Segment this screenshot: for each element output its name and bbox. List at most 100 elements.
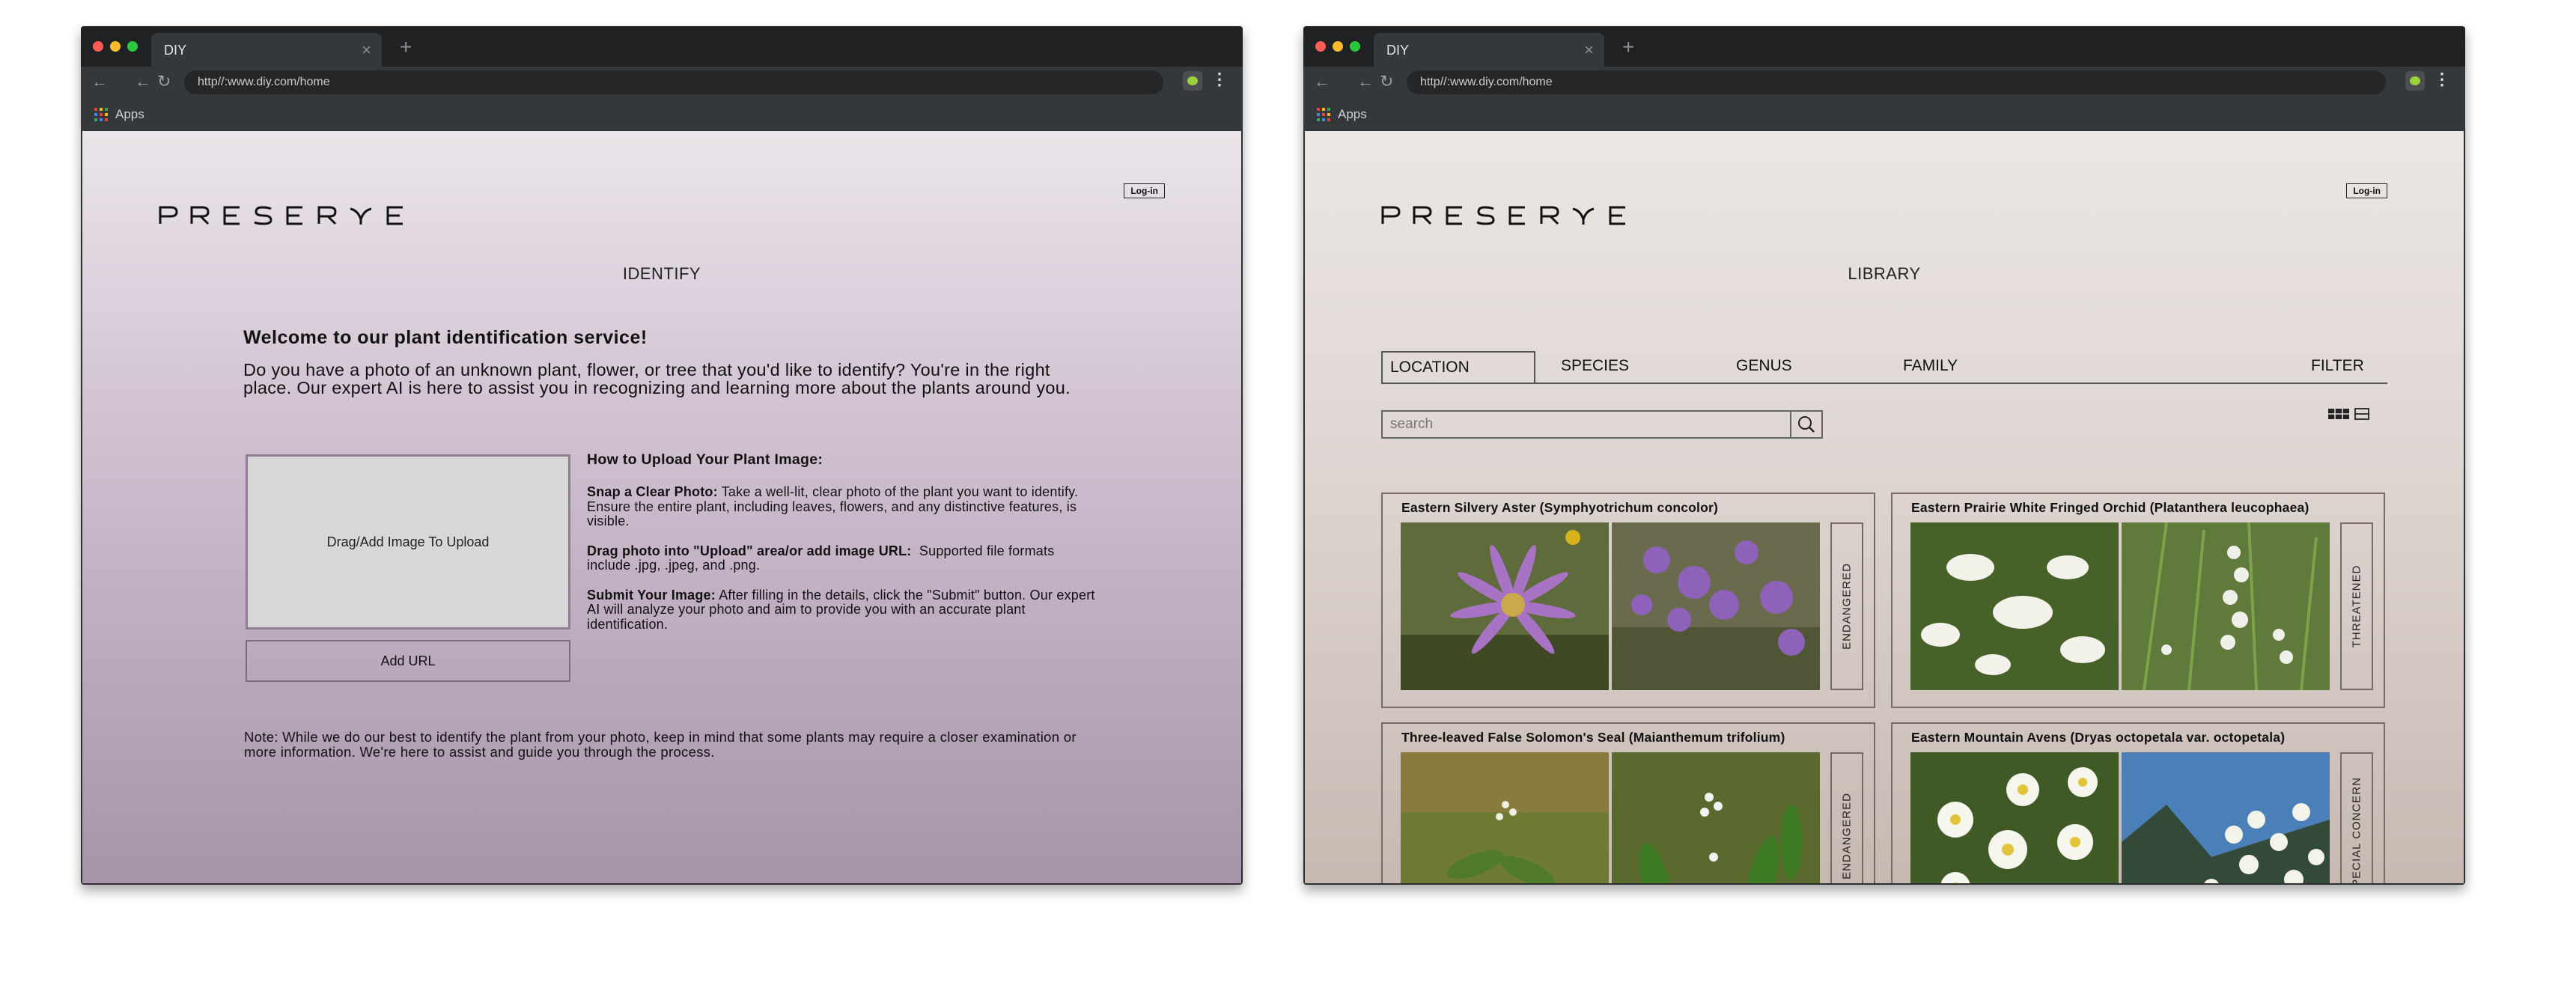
plant-photo xyxy=(1401,752,1609,883)
url-text: http//:www.diy.com/home xyxy=(1420,76,1553,88)
image-upload-dropzone[interactable]: Drag/Add Image To Upload xyxy=(246,454,570,629)
plant-photo xyxy=(1910,752,2119,883)
extension-icon[interactable] xyxy=(1183,71,1202,91)
back-icon[interactable]: ← xyxy=(1314,72,1330,91)
search-button[interactable] xyxy=(1790,410,1823,439)
close-window-button[interactable] xyxy=(1315,41,1326,52)
status-badge: SPECIAL CONCERN xyxy=(2340,752,2373,883)
bookmarks-bar: Apps xyxy=(1303,98,2465,131)
maximize-window-button[interactable] xyxy=(127,41,138,52)
bookmarks-bar: Apps xyxy=(81,98,1243,131)
identify-page: Log-in IDENTIFY Welcome to our plant ide… xyxy=(82,131,1241,883)
plant-photo xyxy=(2122,752,2330,883)
new-tab-icon[interactable]: + xyxy=(400,35,412,59)
instruction-step: Drag photo into "Upload" area/or add ima… xyxy=(587,543,1096,573)
minimize-window-button[interactable] xyxy=(110,41,121,52)
close-icon[interactable]: × xyxy=(1584,40,1594,60)
plant-card[interactable]: Eastern Silvery Aster (Symphyotrichum co… xyxy=(1381,493,1875,708)
minimize-window-button[interactable] xyxy=(1333,41,1343,52)
browser-tab[interactable]: DIY × xyxy=(151,33,382,67)
step-title: Drag photo into "Upload" area/or add ima… xyxy=(587,543,912,558)
url-text: http//:www.diy.com/home xyxy=(198,76,330,88)
status-label: ENDANGERED xyxy=(1840,563,1854,650)
apps-bookmark[interactable]: Apps xyxy=(1338,107,1367,122)
page-title: IDENTIFY xyxy=(622,264,701,283)
tab-family[interactable]: FAMILY xyxy=(1903,357,1958,375)
menu-icon[interactable]: ⋮ xyxy=(2434,70,2450,89)
tab-title: DIY xyxy=(1386,43,1410,58)
address-bar[interactable]: http//:www.diy.com/home xyxy=(1407,70,2386,94)
tab-filter[interactable]: FILTER xyxy=(2311,357,2364,375)
search-input[interactable] xyxy=(1381,410,1791,439)
dropzone-label: Drag/Add Image To Upload xyxy=(326,534,490,549)
instruction-step: Submit Your Image: After filling in the … xyxy=(587,588,1096,632)
plant-photo xyxy=(2122,522,2330,690)
plant-card-title: Three-leaved False Solomon's Seal (Maian… xyxy=(1401,730,1785,745)
plant-card-title: Eastern Silvery Aster (Symphyotrichum co… xyxy=(1401,500,1719,515)
status-label: SPECIAL CONCERN xyxy=(2350,777,2363,883)
instructions-title: How to Upload Your Plant Image: xyxy=(587,451,823,468)
login-button[interactable]: Log-in xyxy=(2346,183,2387,198)
status-badge: ENDANGERED xyxy=(1830,522,1863,690)
forward-icon[interactable]: ← xyxy=(1357,72,1374,91)
plant-card[interactable]: Eastern Prairie White Fringed Orchid (Pl… xyxy=(1891,493,2385,708)
tab-location[interactable]: LOCATION xyxy=(1381,351,1535,382)
plant-photo xyxy=(1612,522,1820,690)
browser-toolbar: ← ← ↻ http//:www.diy.com/home ⋮ xyxy=(81,67,1243,98)
close-window-button[interactable] xyxy=(93,41,103,52)
page-title: LIBRARY xyxy=(1848,264,1921,283)
library-tabs: LOCATION SPECIES GENUS FAMILY FILTER xyxy=(1381,351,2387,384)
browser-toolbar: ← ← ↻ http//:www.diy.com/home ⋮ xyxy=(1303,67,2465,98)
title-bar: DIY × + xyxy=(81,26,1243,67)
step-title: Submit Your Image: xyxy=(587,587,716,603)
browser-tab[interactable]: DIY × xyxy=(1374,33,1604,67)
library-page: Log-in LIBRARY LOCATION SPECIES GENUS FA… xyxy=(1305,131,2464,883)
search-icon xyxy=(1798,416,1815,433)
grid-view-icon[interactable] xyxy=(2328,409,2349,419)
apps-icon[interactable] xyxy=(94,108,108,121)
browser-window-identify: DIY × + ← ← ↻ http//:www.diy.com/home ⋮ … xyxy=(81,26,1243,885)
close-icon[interactable]: × xyxy=(362,40,371,60)
menu-icon[interactable]: ⋮ xyxy=(1211,70,1228,89)
instruction-step: Snap a Clear Photo: Take a well-lit, cle… xyxy=(587,484,1096,529)
extension-icon[interactable] xyxy=(2405,71,2425,91)
tab-genus[interactable]: GENUS xyxy=(1736,357,1792,375)
plant-photo xyxy=(1612,752,1820,883)
intro-text: Do you have a photo of an unknown plant,… xyxy=(243,360,1071,397)
list-view-icon[interactable] xyxy=(2354,408,2369,420)
reload-icon[interactable]: ↻ xyxy=(157,72,171,91)
upload-instructions: How to Upload Your Plant Image: Snap a C… xyxy=(587,451,1096,647)
status-label: ENDANGERED xyxy=(1840,793,1854,880)
status-label: THREATENED xyxy=(2350,564,2363,648)
window-controls xyxy=(93,41,138,52)
plant-photo xyxy=(1401,522,1609,690)
login-button[interactable]: Log-in xyxy=(1124,183,1165,198)
browser-window-library: DIY × + ← ← ↻ http//:www.diy.com/home ⋮ … xyxy=(1303,26,2465,885)
plant-card-title: Eastern Prairie White Fringed Orchid (Pl… xyxy=(1911,500,2309,515)
status-badge: THREATENED xyxy=(2340,522,2373,690)
new-tab-icon[interactable]: + xyxy=(1622,35,1634,59)
preserve-logo xyxy=(159,206,403,225)
maximize-window-button[interactable] xyxy=(1350,41,1360,52)
disclaimer-note: Note: While we do our best to identify t… xyxy=(244,729,1077,760)
preserve-logo xyxy=(1381,206,1625,225)
plant-card-title: Eastern Mountain Avens (Dryas octopetala… xyxy=(1911,730,2286,745)
step-title: Snap a Clear Photo: xyxy=(587,484,718,499)
tab-species[interactable]: SPECIES xyxy=(1561,357,1629,375)
apps-icon[interactable] xyxy=(1317,108,1330,121)
apps-bookmark[interactable]: Apps xyxy=(115,107,144,122)
back-icon[interactable]: ← xyxy=(91,72,108,91)
title-bar: DIY × + xyxy=(1303,26,2465,67)
plant-photo xyxy=(1910,522,2119,690)
plant-card[interactable]: Three-leaved False Solomon's Seal (Maian… xyxy=(1381,722,1875,883)
welcome-heading: Welcome to our plant identification serv… xyxy=(243,327,648,348)
forward-icon[interactable]: ← xyxy=(135,72,151,91)
view-toggle xyxy=(2328,408,2369,420)
window-controls xyxy=(1315,41,1360,52)
status-badge: ENDANGERED xyxy=(1830,752,1863,883)
address-bar[interactable]: http//:www.diy.com/home xyxy=(184,70,1163,94)
tab-title: DIY xyxy=(164,43,187,58)
plant-card[interactable]: Eastern Mountain Avens (Dryas octopetala… xyxy=(1891,722,2385,883)
add-url-button[interactable]: Add URL xyxy=(246,640,570,682)
reload-icon[interactable]: ↻ xyxy=(1380,72,1393,91)
